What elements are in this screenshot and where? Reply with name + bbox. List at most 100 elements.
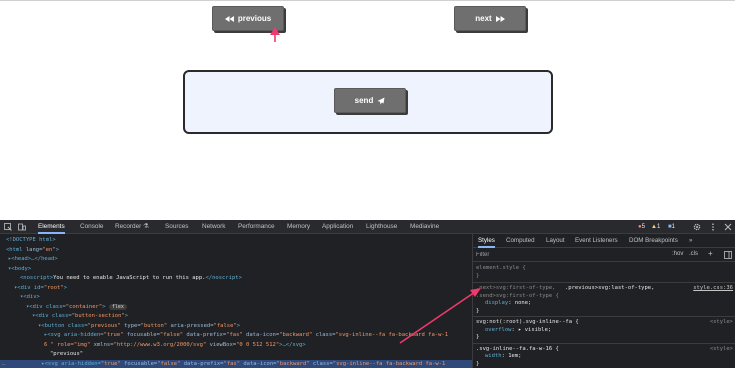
css-property: width <box>485 353 502 359</box>
attr-name: focusable= <box>120 360 158 367</box>
tab-event-listeners[interactable]: Event Listeners <box>575 234 618 248</box>
dom-line[interactable]: ▾<button class="previous" type="button" … <box>38 322 240 332</box>
rule-declaration[interactable]: display: none; <box>485 300 531 308</box>
text-node: You need to enable JavaScript to run thi… <box>53 275 206 281</box>
attr-value: "svg-inline--fa fa-backward fa-w-1 <box>332 360 446 367</box>
attr-value: "fas" <box>223 360 241 367</box>
tab-recorder[interactable]: Recorder ⚗ <box>115 220 149 234</box>
stylesheet-link[interactable]: style.css:36 <box>693 285 733 291</box>
dom-line[interactable]: ▾<div id="root"> <box>14 284 67 294</box>
attr-value: 6 " role= <box>44 341 74 348</box>
computed-sidebar-icon[interactable] <box>724 251 732 259</box>
dom-line[interactable]: 6 " role="img" xmlns="http://www.w3.org/… <box>44 341 306 351</box>
gutter-ellipsis: … <box>2 360 6 367</box>
tab-layout[interactable]: Layout <box>546 234 565 248</box>
new-rule-button[interactable]: + <box>708 249 713 258</box>
tab-dom-breakpoints[interactable]: DOM Breakpoints <box>629 234 678 248</box>
tag-text: ▾<body> <box>8 265 32 272</box>
rule-source: <style> <box>709 319 733 325</box>
attr-value: "false" <box>159 332 184 338</box>
warning-badge[interactable]: ▲1 <box>651 222 660 232</box>
elements-tree: <!DOCTYPE html> <html lang="en"> ▸<head>… <box>0 234 472 368</box>
dom-line[interactable]: ▾<div class="container"> flex <box>26 303 127 313</box>
tabs-overflow[interactable]: » <box>689 234 692 248</box>
attr-value: "true" <box>100 360 121 367</box>
attr-name: data-prefix= <box>180 360 224 367</box>
rule-declaration[interactable]: width: 1em; <box>485 353 521 361</box>
attr-name: class= <box>312 332 336 338</box>
tag-end: > <box>63 284 67 291</box>
rule-source: <style> <box>709 345 733 352</box>
tag-text: >…</svg> <box>279 341 306 348</box>
annotation-arrows <box>270 27 280 42</box>
rule-selector: svg:not(:root).svg-inline--fa { <box>476 319 579 325</box>
attr-name: xmlns= <box>90 341 114 348</box>
rule-selector: .next>svg:first-of-type, <box>476 285 556 291</box>
dom-line[interactable]: ▸<svg aria-hidden="true" focusable="fals… <box>44 331 448 341</box>
web-page: previous next send <box>0 0 735 220</box>
cls-toggle[interactable]: .cls <box>689 251 698 257</box>
attr-value: "0 0 512 512" <box>236 341 280 348</box>
error-count: 5 <box>641 224 645 230</box>
attr-name: data-icon= <box>240 360 277 367</box>
tab-lighthouse[interactable]: Lighthouse <box>366 220 397 234</box>
tab-memory[interactable]: Memory <box>287 220 310 234</box>
attr-value: "previous" <box>87 322 121 329</box>
attr-value: "true" <box>103 332 124 338</box>
attr-value: "backward" <box>276 360 310 367</box>
rule-separator <box>473 342 735 344</box>
error-badge[interactable]: ●5 <box>638 222 645 232</box>
tab-application[interactable]: Application <box>322 220 353 234</box>
tab-styles[interactable]: Styles <box>478 234 495 248</box>
hov-toggle[interactable]: :hov <box>672 251 683 257</box>
more-options-icon[interactable] <box>709 223 717 231</box>
device-toolbar-icon[interactable] <box>18 223 26 231</box>
tab-console[interactable]: Console <box>80 220 103 234</box>
dom-line[interactable]: "previous" <box>50 350 83 360</box>
tag-text: ▾<button class= <box>38 322 88 329</box>
attr-name: lang= <box>22 246 43 253</box>
tab-mediavine[interactable]: Mediavine <box>410 220 439 234</box>
dom-line-selected[interactable]: … ▸<svg aria-hidden="true" focusable="fal… <box>0 359 472 368</box>
tab-network[interactable]: Network <box>202 220 225 234</box>
tab-computed[interactable]: Computed <box>506 234 535 248</box>
attr-value: "en" <box>42 246 56 253</box>
styles-pane: Styles Computed Layout Event Listeners D… <box>472 234 735 368</box>
rule-selector: .svg-inline--fa.fa-w-16 { <box>476 345 559 352</box>
rule-close: } <box>476 334 480 340</box>
tag-text: ▾<div class= <box>26 303 66 310</box>
gear-icon[interactable] <box>693 223 701 231</box>
rule-separator <box>473 282 735 283</box>
attr-value: "button-section" <box>71 313 125 319</box>
dom-line[interactable]: <!DOCTYPE html> <box>6 236 56 246</box>
rule-element-style-selector[interactable]: element.style { <box>476 265 526 273</box>
tab-elements[interactable]: Elements <box>38 220 65 234</box>
flex-badge[interactable]: flex <box>108 303 127 310</box>
dom-line[interactable]: <html lang="en"> <box>6 246 59 256</box>
styles-filter-input[interactable] <box>476 250 661 260</box>
dom-line[interactable]: ▾<div> <box>20 293 40 303</box>
tag-text: <html <box>6 246 23 253</box>
css-value: none; <box>514 300 532 306</box>
tag-end: > <box>124 313 129 319</box>
css-property: display <box>485 300 509 306</box>
devtools-tabbar: Elements Console Recorder ⚗ Sources Netw… <box>0 220 735 234</box>
attr-value: "false" <box>157 360 181 367</box>
dom-line[interactable]: ▾<body> <box>8 265 31 275</box>
rule-declaration[interactable]: overflow: ▸ visible; <box>485 327 551 335</box>
dom-line[interactable]: <noscript>You need to enable JavaScript … <box>20 274 242 284</box>
css-property: overflow <box>485 326 512 333</box>
tab-sources[interactable]: Sources <box>165 220 188 234</box>
tag-text: ▸<head>…</head> <box>8 256 58 262</box>
tab-performance[interactable]: Performance <box>238 220 275 234</box>
info-count: 1 <box>671 224 675 230</box>
inspect-icon[interactable] <box>4 223 12 231</box>
attr-name: class= <box>309 360 333 367</box>
text-node: "previous" <box>50 351 84 357</box>
dom-line[interactable]: ▾<div class="button-section"> <box>32 312 128 322</box>
close-icon[interactable] <box>724 223 732 231</box>
attr-name: data-prefix= <box>183 332 227 338</box>
dom-line[interactable]: ▸<head>…</head> <box>8 255 58 265</box>
info-badge[interactable]: ■1 <box>668 222 675 232</box>
attr-name: viewBox= <box>206 341 237 348</box>
